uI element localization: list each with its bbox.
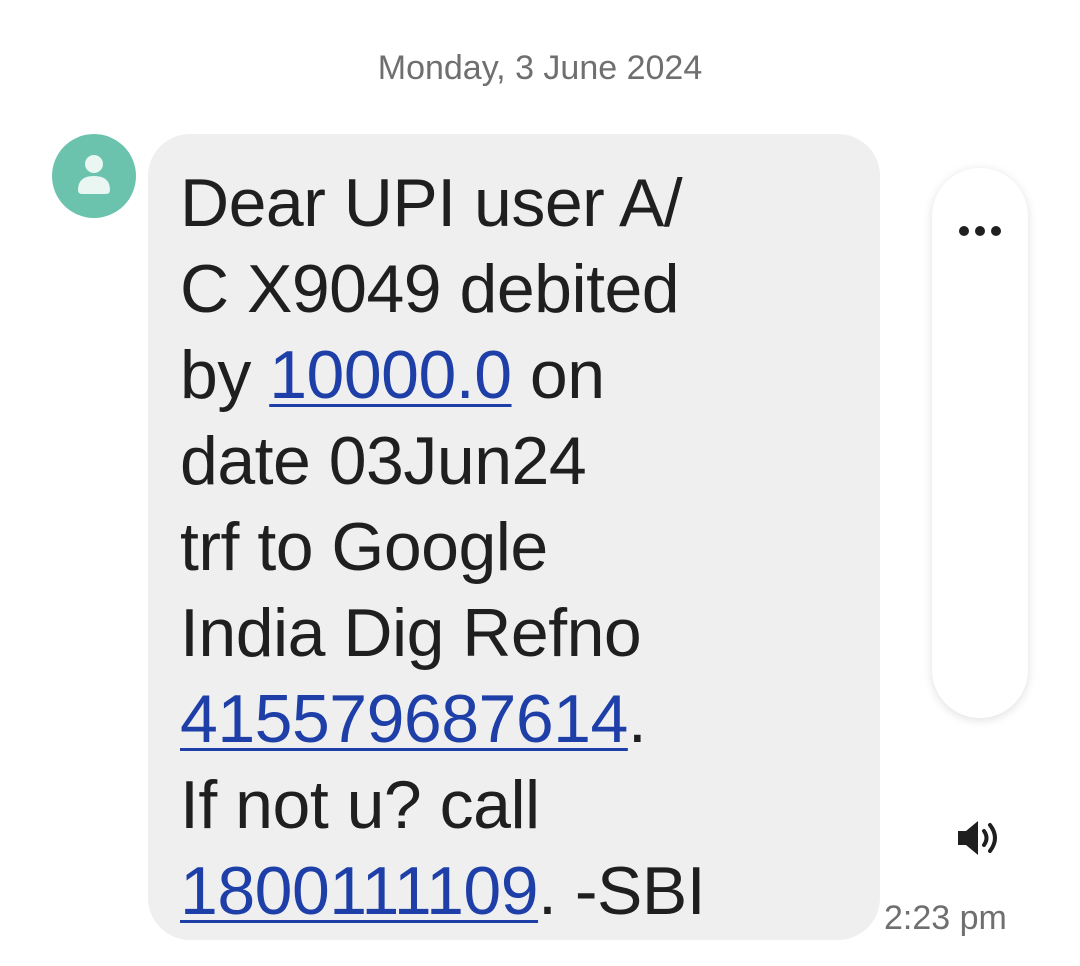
message-text-fragment: . [627, 681, 647, 757]
message-line: date 03Jun24 [180, 423, 587, 499]
message-text-fragment: on [511, 337, 605, 413]
more-options-button[interactable] [932, 186, 1028, 276]
message-action-panel [932, 168, 1028, 855]
message-timestamp: 2:23 pm [884, 899, 1007, 937]
message-line: by 10000.0 on [180, 332, 870, 418]
message-line: C X9049 debited [180, 251, 680, 327]
amount-link[interactable]: 10000.0 [269, 337, 512, 413]
message-text-fragment: by [180, 337, 270, 413]
person-icon [78, 155, 110, 194]
read-aloud-button[interactable] [932, 788, 1028, 888]
message-line: Dear UPI user A/ [180, 165, 683, 241]
message-line: trf to Google [180, 509, 548, 585]
message-line: If not u? call [180, 767, 540, 843]
phone-number-link[interactable]: 1800111109 [180, 853, 539, 929]
speaker-icon [958, 821, 997, 855]
message-line: 415579687614. [180, 676, 870, 762]
message-thread: Monday, 3 June 2024 Dear UPI user A/ C X… [0, 0, 1080, 966]
message-line: 1800111109. -SBI [180, 848, 870, 934]
message-line: India Dig Refno [180, 595, 642, 671]
more-horizontal-icon [959, 226, 1001, 236]
reference-number-link[interactable]: 415579687614 [180, 681, 628, 757]
contact-avatar[interactable] [52, 134, 136, 218]
message-text: Dear UPI user A/ C X9049 debited by 1000… [180, 160, 870, 934]
message-text-fragment: . -SBI [538, 853, 706, 929]
date-header: Monday, 3 June 2024 [377, 49, 703, 87]
